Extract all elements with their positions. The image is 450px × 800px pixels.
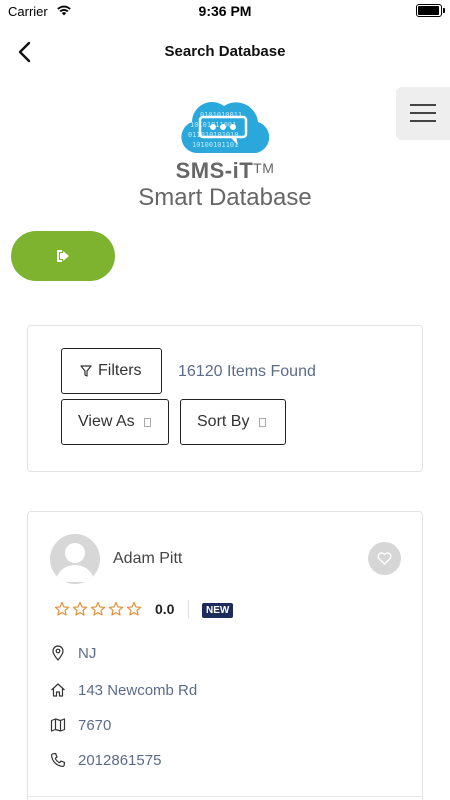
avatar: [50, 534, 100, 584]
page-title: Search Database: [164, 43, 286, 60]
dropdown-glyph-icon: [259, 418, 266, 427]
map-icon: [50, 718, 66, 732]
zip-value: 7670: [78, 717, 112, 734]
funnel-icon: [80, 365, 92, 377]
view-as-button[interactable]: View As: [61, 399, 169, 445]
dropdown-glyph-icon: [144, 418, 151, 427]
items-found-count: 16120 Items Found: [178, 363, 316, 380]
phone-icon: [51, 752, 66, 767]
divider: [28, 796, 422, 797]
favorite-button[interactable]: [368, 542, 401, 575]
brand-name-text: SMS-iT: [175, 158, 254, 183]
sort-by-label: Sort By: [197, 413, 250, 430]
filter-panel: Filters 16120 Items Found View As Sort B…: [27, 325, 423, 472]
trademark: TM: [253, 160, 275, 176]
sign-out-icon: [57, 250, 69, 262]
record-card[interactable]: Adam Pitt 0.0 NEW NJ 143 Newcomb Rd 7670…: [27, 511, 423, 800]
sort-by-button[interactable]: Sort By: [180, 399, 286, 445]
star-empty-icon: [108, 601, 124, 616]
person-name: Adam Pitt: [113, 550, 183, 567]
map-pin-icon: [52, 645, 64, 661]
star-empty-icon: [126, 601, 142, 616]
new-badge: NEW: [202, 603, 234, 618]
filters-label: Filters: [98, 362, 142, 379]
user-placeholder-icon: [56, 543, 94, 582]
logout-button[interactable]: [11, 231, 115, 281]
brand-name: SMS-iTTM: [0, 158, 450, 184]
address-value: 143 Newcomb Rd: [78, 682, 198, 699]
home-icon: [51, 683, 65, 697]
star-rating: [54, 601, 144, 617]
menu-button[interactable]: [396, 87, 450, 140]
nav-bar: Search Database: [0, 30, 450, 74]
svg-text:10100101101: 10100101101: [192, 141, 238, 149]
brand-subtitle: Smart Database: [138, 184, 312, 211]
filters-button[interactable]: Filters: [61, 348, 162, 394]
star-empty-icon: [54, 601, 70, 616]
view-as-label: View As: [78, 413, 135, 430]
heart-icon: [377, 552, 392, 565]
battery-icon: [416, 4, 445, 17]
rating-value: 0.0: [155, 601, 175, 617]
state-value: NJ: [78, 645, 97, 662]
divider: [188, 600, 189, 618]
phone-value: 2012861575: [78, 752, 162, 769]
clock: 9:36 PM: [198, 3, 252, 19]
status-bar: Carrier 9:36 PM: [0, 0, 450, 24]
star-empty-icon: [90, 601, 106, 616]
star-empty-icon: [72, 601, 88, 616]
cloud-logo-icon: 0101010011 10101011001 011010101010 1010…: [181, 102, 270, 153]
